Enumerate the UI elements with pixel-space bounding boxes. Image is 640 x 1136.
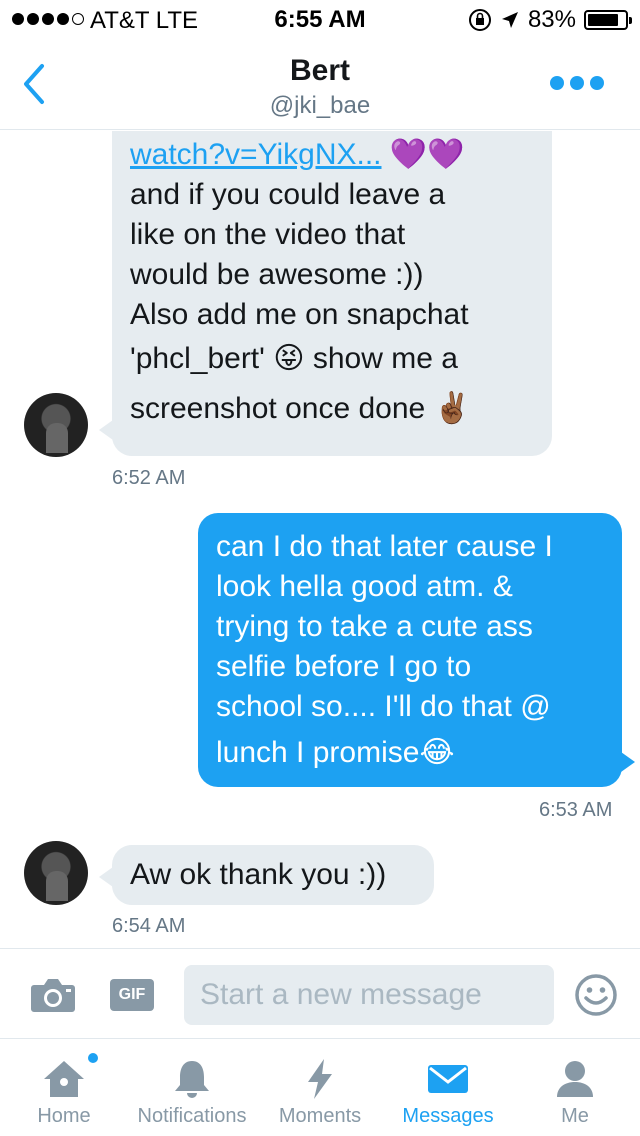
status-bar: AT&T LTE 6:55 AM 83% xyxy=(0,0,640,40)
message-bubble-incoming[interactable]: Aw ok thank you :)) xyxy=(112,845,434,905)
tab-label: Home xyxy=(37,1105,91,1127)
message-line: look hella good atm. & xyxy=(216,570,513,603)
bell-icon xyxy=(175,1061,209,1098)
conversation-header: Bert @jki_bae xyxy=(0,40,640,130)
tab-bar: Home Notifications Moments Messages Me xyxy=(0,1038,640,1136)
message-link[interactable]: watch?v=YikgNX... xyxy=(130,138,382,171)
message-line: and if you could leave a xyxy=(130,178,446,211)
tongue-emoji: 😝 xyxy=(273,342,305,375)
bubble-tail xyxy=(99,420,113,440)
ellipsis-icon xyxy=(550,76,564,90)
message-input[interactable] xyxy=(184,965,554,1025)
tab-label: Moments xyxy=(278,1105,362,1127)
message-timestamp: 6:54 AM xyxy=(112,915,186,937)
message-text: Aw ok thank you :)) xyxy=(130,858,387,891)
tab-notifications[interactable]: Notifications xyxy=(120,1039,264,1136)
message-thread[interactable]: watch?v=YikgNX... 💜💜 and if you could le… xyxy=(0,131,640,948)
envelope-icon xyxy=(428,1065,468,1093)
message-line: Also add me on snapchat xyxy=(130,298,469,331)
message-bubble-incoming[interactable]: watch?v=YikgNX... 💜💜 and if you could le… xyxy=(112,131,552,456)
message-line: would be awesome :)) xyxy=(130,258,424,291)
camera-icon[interactable] xyxy=(30,977,76,1013)
gif-button[interactable]: GIF xyxy=(110,979,154,1011)
message-line: selfie before I go to xyxy=(216,650,472,683)
smiley-icon[interactable] xyxy=(574,973,618,1017)
tab-messages[interactable]: Messages xyxy=(388,1039,508,1136)
message-text: show me a xyxy=(312,342,458,375)
location-arrow-icon xyxy=(501,12,518,28)
battery-icon xyxy=(584,10,632,30)
message-timestamp: 6:53 AM xyxy=(539,799,613,821)
status-right: 83% xyxy=(468,6,632,34)
avatar[interactable] xyxy=(24,393,88,457)
tab-label: Notifications xyxy=(137,1105,247,1127)
message-text: 'phcl_bert' xyxy=(130,342,265,375)
message-line: can I do that later cause I xyxy=(216,530,553,563)
conversation-title: Bert xyxy=(289,54,350,87)
message-line: trying to take a cute ass xyxy=(216,610,533,643)
home-notification-badge xyxy=(88,1053,98,1063)
tab-label: Messages xyxy=(402,1105,494,1127)
battery-percentage: 83% xyxy=(527,6,576,33)
more-options-button[interactable] xyxy=(550,76,604,90)
tab-label: Me xyxy=(561,1105,589,1127)
bubble-tail xyxy=(99,867,113,887)
tab-me[interactable]: Me xyxy=(530,1039,620,1136)
message-line: school so.... I'll do that @ xyxy=(216,690,551,723)
purple-hearts-emoji: 💜💜 xyxy=(389,138,465,171)
tab-moments[interactable]: Moments xyxy=(264,1039,376,1136)
conversation-title-block[interactable]: Bert @jki_bae xyxy=(0,54,640,120)
victory-hand-emoji: ✌🏾 xyxy=(433,392,471,425)
rotation-lock-icon xyxy=(468,9,491,31)
bubble-tail xyxy=(621,752,635,772)
home-icon xyxy=(44,1061,84,1097)
tab-home[interactable]: Home xyxy=(14,1039,114,1136)
lightning-icon xyxy=(308,1059,332,1099)
conversation-handle: @jki_bae xyxy=(269,92,371,119)
message-line: like on the video that xyxy=(130,218,406,251)
message-text: lunch I promise xyxy=(216,736,420,769)
message-composer: GIF xyxy=(0,948,640,1038)
message-bubble-outgoing[interactable]: can I do that later cause I look hella g… xyxy=(198,513,622,787)
tears-of-joy-emoji: 😂 xyxy=(419,736,455,769)
avatar[interactable] xyxy=(24,841,88,905)
message-text: screenshot once done xyxy=(130,392,426,425)
message-timestamp: 6:52 AM xyxy=(112,467,186,489)
person-icon xyxy=(557,1061,593,1097)
